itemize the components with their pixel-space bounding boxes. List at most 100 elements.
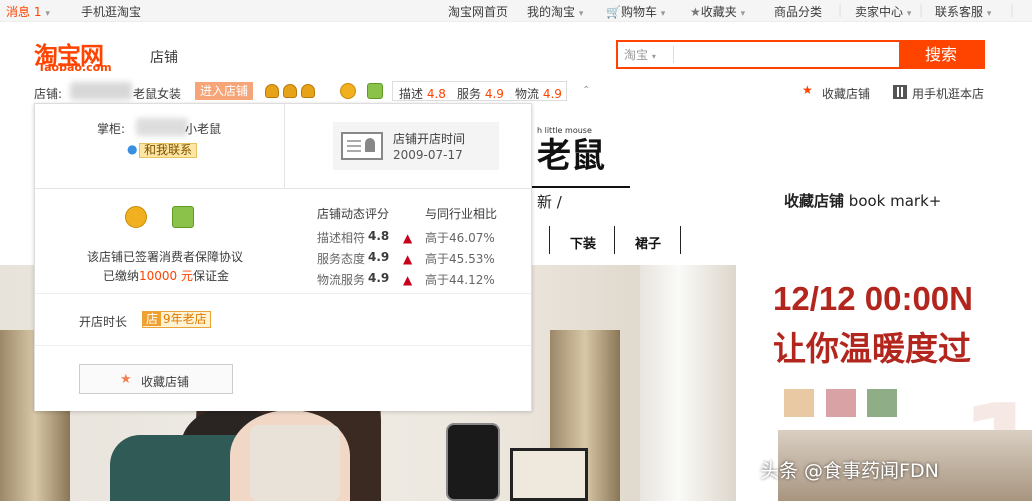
gold-medal-icon: [125, 206, 147, 228]
promo-date: 12/12 00:00N: [773, 280, 973, 317]
shop-age-section: 开店时长 店 9年老店: [35, 294, 531, 346]
gold-guarantee-icon[interactable]: [340, 83, 356, 99]
green-shield-icon: [172, 206, 194, 228]
chevron-up-icon[interactable]: ⌃: [582, 85, 590, 96]
star-icon: ★: [802, 83, 813, 97]
search-input[interactable]: [688, 44, 898, 65]
rating-service: 服务 4.9: [457, 87, 504, 101]
shop-age-badge: 店 9年老店: [142, 311, 211, 328]
categories-link[interactable]: 商品分类: [774, 3, 822, 20]
color-swatch: [867, 389, 897, 417]
color-swatch: [784, 389, 814, 417]
score-value: 4.9: [368, 271, 390, 285]
nav-item-bottoms[interactable]: 下装: [570, 233, 596, 252]
model-scarf: [250, 425, 340, 501]
my-taobao-link[interactable]: 我的淘宝 ▾: [527, 3, 583, 20]
store-logo: 老鼠: [537, 136, 605, 176]
divider: [673, 46, 674, 63]
cart-icon: 🛒: [606, 5, 621, 19]
mobile-taobao-link[interactable]: 手机逛淘宝: [81, 3, 141, 20]
guarantee-section: 该店铺已签署消费者保障协议 已缴纳10000 元保证金 店铺动态评分 与同行业相…: [35, 189, 531, 294]
favorite-section: ★ 收藏店铺: [35, 346, 531, 411]
divider: |: [838, 3, 843, 17]
open-date-label: 店铺开店时间: [393, 132, 466, 146]
search-box: 淘宝 ▾ 搜索: [616, 40, 985, 69]
crown-icon: [301, 84, 315, 98]
score-value: 4.9: [368, 250, 390, 264]
score-compare: 高于46.07%: [425, 231, 495, 245]
wall-picture-frame: [510, 448, 588, 501]
open-date-value: 2009-07-17: [393, 148, 463, 162]
blurred-store-name: [70, 82, 132, 100]
id-card-icon: [341, 132, 383, 160]
score-compare: 高于44.12%: [425, 273, 495, 287]
contact-me-button[interactable]: 和我联系: [139, 143, 198, 158]
chevron-down-icon: ▾: [578, 9, 584, 19]
support-link[interactable]: 联系客服 ▾: [935, 3, 991, 20]
color-swatch: [826, 389, 856, 417]
cart-link[interactable]: 🛒购物车 ▾: [606, 3, 665, 20]
taobao-home-link[interactable]: 淘宝网首页: [448, 3, 508, 20]
score-label: 服务态度: [317, 252, 366, 266]
search-type-select[interactable]: 淘宝 ▾: [624, 46, 656, 63]
store-prefix: 店铺:: [34, 87, 63, 101]
nav-divider: [680, 226, 681, 254]
divider: |: [1010, 3, 1015, 17]
compare-header: 与同行业相比: [425, 207, 498, 221]
new-label: 新 /: [537, 193, 562, 211]
crown-icon: [283, 84, 297, 98]
enter-store-button[interactable]: 进入店铺: [195, 82, 253, 100]
score-label: 描述相符: [317, 231, 366, 245]
messages-link[interactable]: 消息 1 ▾: [6, 3, 50, 20]
star-icon: ★: [690, 5, 701, 19]
store-name[interactable]: 老鼠女装: [133, 85, 181, 102]
search-button[interactable]: 搜索: [899, 42, 983, 67]
top-nav-bar: 消息 1 ▾ 手机逛淘宝 淘宝网首页 我的淘宝 ▾ 🛒购物车 ▾ ★收藏夹 ▾ …: [0, 0, 1032, 22]
chevron-down-icon: ▾: [45, 9, 50, 19]
deposit-text: 已缴纳10000 元保证金: [103, 269, 230, 283]
chevron-down-icon: ▾: [986, 9, 992, 19]
owner-name: 小老鼠: [185, 122, 222, 136]
chevron-down-icon: ▾: [651, 52, 656, 61]
phone-in-hand: [446, 423, 500, 501]
watermark: 头条 @食事药闻FDN: [760, 460, 939, 482]
qr-code-icon: [893, 85, 907, 99]
mobile-store-link[interactable]: 用手机逛本店: [912, 85, 984, 102]
shop-age-label: 开店时长: [79, 315, 128, 329]
favorite-store-label: 收藏店铺: [141, 375, 190, 389]
nav-divider: [614, 226, 615, 254]
green-certified-icon[interactable]: [367, 83, 383, 99]
curtain: [640, 265, 736, 501]
score-compare: 高于45.53%: [425, 252, 495, 266]
divider: |: [919, 3, 924, 17]
divider: [284, 104, 285, 189]
favorite-store-button[interactable]: ★ 收藏店铺: [79, 364, 233, 394]
score-label: 物流服务: [317, 273, 366, 287]
favorite-store-link[interactable]: 收藏店铺: [822, 85, 870, 102]
up-arrow-icon: ▲: [403, 252, 413, 266]
favorites-link[interactable]: ★收藏夹 ▾: [690, 3, 745, 20]
crown-icon: [265, 84, 279, 98]
owner-label: 掌柜:: [97, 122, 126, 136]
chevron-down-icon: ▾: [660, 9, 666, 19]
store-label: 店铺: [150, 50, 178, 66]
nav-item-skirts[interactable]: 裙子: [635, 233, 661, 252]
owner-section: 掌柜: 小老鼠 ● 和我联系 店铺开店时间 2009-07-17: [35, 104, 531, 189]
rating-logistics: 物流 4.9: [515, 87, 562, 101]
seller-center-link[interactable]: 卖家中心 ▾: [855, 3, 911, 20]
blurred-owner-name: [136, 118, 188, 136]
score-value: 4.8: [368, 229, 390, 243]
rating-description: 描述 4.8: [399, 87, 446, 101]
promo-headline: 让你温暖度过: [773, 329, 971, 368]
up-arrow-icon: ▲: [403, 273, 413, 287]
taobao-logo-sub: Taobao.com: [38, 61, 112, 74]
star-icon: ★: [120, 372, 132, 387]
chevron-down-icon: ▾: [740, 9, 746, 19]
open-date-card: 店铺开店时间 2009-07-17: [333, 122, 499, 170]
nav-divider: [549, 226, 550, 254]
up-arrow-icon: ▲: [403, 231, 413, 245]
chevron-down-icon: ▾: [906, 9, 912, 19]
chat-icon: ●: [127, 142, 138, 156]
store-info-popup: 掌柜: 小老鼠 ● 和我联系 店铺开店时间 2009-07-17 该店铺已签署消…: [34, 103, 532, 411]
bookmark-link[interactable]: 收藏店铺 book mark+: [784, 190, 941, 211]
